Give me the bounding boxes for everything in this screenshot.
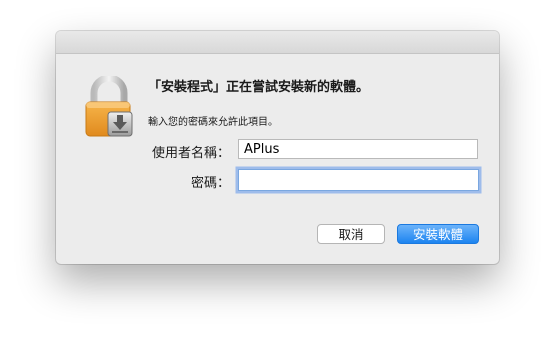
cancel-button[interactable]: 取消 (317, 224, 385, 244)
dialog-message: 輸入您的密碼來允許此項目。 (148, 117, 278, 128)
dialog-heading: 「安裝程式」正在嘗試安裝新的軟體。 (148, 80, 370, 95)
password-label: 密碼： (190, 176, 230, 191)
lock-icon (84, 74, 136, 138)
username-label: 使用者名稱： (151, 146, 230, 161)
authentication-dialog: 「安裝程式」正在嘗試安裝新的軟體。 輸入您的密碼來允許此項目。 使用者名稱： A… (56, 31, 499, 264)
username-field[interactable]: APlus (238, 139, 478, 159)
install-software-button[interactable]: 安裝軟體 (397, 224, 479, 244)
dialog-titlebar (56, 31, 499, 54)
password-field[interactable] (238, 169, 479, 191)
